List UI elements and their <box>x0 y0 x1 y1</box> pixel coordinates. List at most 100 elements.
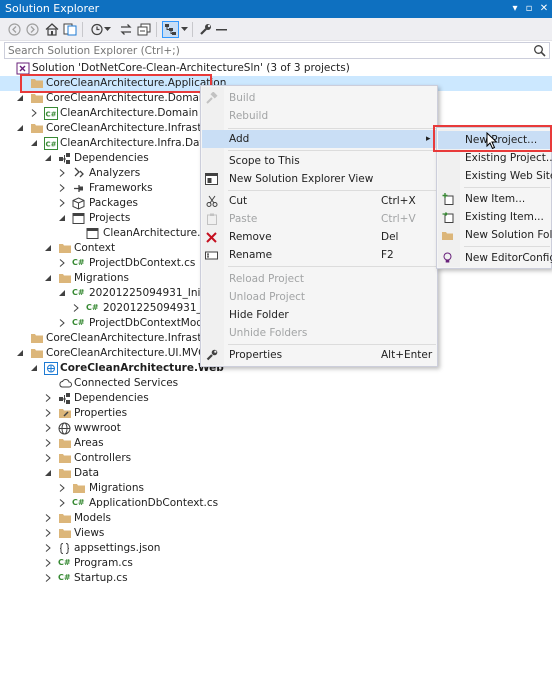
preview-selected-items-button[interactable] <box>213 21 230 38</box>
submenu-item-new-editorconfig[interactable]: New EditorConfig <box>438 249 552 267</box>
menu-item-rebuild[interactable]: Rebuild <box>202 107 436 125</box>
expand-triangle-icon[interactable] <box>44 408 54 419</box>
tree-row-program-cs[interactable]: C# Program.cs <box>0 556 552 571</box>
tree-row-web-dependencies[interactable]: Dependencies <box>0 391 552 406</box>
home-button[interactable] <box>43 21 60 38</box>
tree-item-label: Models <box>74 512 111 524</box>
tree-row-controllers-folder[interactable]: Controllers <box>0 451 552 466</box>
collapse-triangle-icon[interactable] <box>30 138 40 149</box>
expand-triangle-icon[interactable] <box>58 198 68 209</box>
menu-item-paste[interactable]: Paste Ctrl+V <box>202 210 436 228</box>
expand-triangle-icon[interactable] <box>44 573 54 584</box>
tree-row-web-properties[interactable]: Properties <box>0 406 552 421</box>
menu-item-rename[interactable]: Rename F2 <box>202 246 436 264</box>
folder-icon <box>58 437 72 450</box>
expand-triangle-icon[interactable] <box>58 258 68 269</box>
expand-triangle-icon[interactable] <box>58 183 68 194</box>
tree-item-label: Projects <box>89 212 131 224</box>
expand-triangle-icon[interactable] <box>44 558 54 569</box>
menu-item-unload-project[interactable]: Unload Project <box>202 288 436 306</box>
menu-item-hide-folder[interactable]: Hide Folder <box>202 306 436 324</box>
collapse-triangle-icon[interactable] <box>16 93 26 104</box>
menu-item-unhide-folders[interactable]: Unhide Folders <box>202 324 436 342</box>
tree-row-data-folder[interactable]: Data <box>0 466 552 481</box>
back-button[interactable] <box>6 21 23 38</box>
expand-triangle-icon[interactable] <box>44 513 54 524</box>
sync-with-active-document-button[interactable] <box>117 21 134 38</box>
tree-row-appsettings[interactable]: appsettings.json <box>0 541 552 556</box>
tree-item-label: appsettings.json <box>74 542 161 554</box>
toolbar-separator <box>192 22 193 37</box>
tree-row-application-db-context[interactable]: C# ApplicationDbContext.cs <box>0 496 552 511</box>
submenu-item-new-item[interactable]: New Item... <box>438 190 551 208</box>
tree-row-solution[interactable]: Solution 'DotNetCore-Clean-ArchitectureS… <box>0 61 552 76</box>
properties-button[interactable] <box>197 21 214 38</box>
collapse-triangle-icon[interactable] <box>16 123 26 134</box>
menu-item-build[interactable]: Build <box>202 89 436 107</box>
forward-button[interactable] <box>24 21 41 38</box>
csharp-file-icon: C# <box>58 573 71 582</box>
tree-row-connected-services[interactable]: Connected Services <box>0 376 552 391</box>
search-box[interactable] <box>4 42 550 59</box>
window-close-button[interactable]: ✕ <box>537 1 551 16</box>
search-dropdown-icon[interactable] <box>533 44 546 60</box>
menu-item-label: New Item... <box>465 193 526 205</box>
menu-separator <box>464 187 550 188</box>
expand-triangle-icon[interactable] <box>44 393 54 404</box>
expand-triangle-icon[interactable] <box>44 423 54 434</box>
menu-item-add[interactable]: Add ▸ <box>202 130 436 148</box>
expand-triangle-icon[interactable] <box>44 543 54 554</box>
tree-row-web-migrations-folder[interactable]: Migrations <box>0 481 552 496</box>
expand-triangle-icon[interactable] <box>72 303 82 314</box>
expand-triangle-icon[interactable] <box>58 318 68 329</box>
expand-triangle-icon[interactable] <box>44 528 54 539</box>
tree-item-label: Dependencies <box>74 152 149 164</box>
solution-icon <box>16 62 30 75</box>
menu-separator <box>228 190 436 191</box>
tree-item-label: CoreCleanArchitecture.Domain <box>46 92 209 104</box>
csharp-file-icon: C# <box>72 258 85 267</box>
tree-row-wwwroot[interactable]: wwwroot <box>0 421 552 436</box>
mouse-pointer-icon <box>486 132 498 150</box>
menu-item-shortcut: Ctrl+X <box>381 195 416 207</box>
switch-views-button[interactable] <box>61 21 78 38</box>
menu-item-scope-to-this[interactable]: Scope to This <box>202 152 436 170</box>
submenu-item-existing-project[interactable]: Existing Project... <box>438 149 552 167</box>
tree-row-models-folder[interactable]: Models <box>0 511 552 526</box>
submenu-item-existing-item[interactable]: Existing Item... <box>438 208 551 226</box>
submenu-item-new-solution-folder[interactable]: New Solution Folder <box>438 226 552 244</box>
expand-triangle-icon[interactable] <box>58 498 68 509</box>
expand-triangle-icon[interactable] <box>44 438 54 449</box>
menu-item-new-solution-explorer-view[interactable]: New Solution Explorer View <box>202 170 436 188</box>
solution-folder-icon <box>30 347 44 360</box>
menu-item-label: Add <box>229 133 250 145</box>
collapse-triangle-icon[interactable] <box>58 288 68 299</box>
collapse-triangle-icon[interactable] <box>44 243 54 254</box>
menu-item-reload-project[interactable]: Reload Project <box>202 270 436 288</box>
tree-row-views-folder[interactable]: Views <box>0 526 552 541</box>
menu-item-properties[interactable]: Properties Alt+Enter <box>202 346 436 364</box>
menu-item-cut[interactable]: Cut Ctrl+X <box>202 192 436 210</box>
project-reference-icon <box>86 227 100 240</box>
expand-triangle-icon[interactable] <box>44 453 54 464</box>
collapse-triangle-icon[interactable] <box>58 213 68 224</box>
show-all-files-button[interactable] <box>162 21 179 38</box>
submenu-item-existing-web-site[interactable]: Existing Web Site... <box>438 167 552 185</box>
collapse-all-button[interactable] <box>135 21 152 38</box>
collapse-triangle-icon[interactable] <box>16 348 26 359</box>
pending-changes-dropdown[interactable] <box>103 21 111 38</box>
tree-row-areas-folder[interactable]: Areas <box>0 436 552 451</box>
collapse-triangle-icon[interactable] <box>44 153 54 164</box>
expand-triangle-icon[interactable] <box>58 483 68 494</box>
collapse-triangle-icon[interactable] <box>44 273 54 284</box>
menu-item-remove[interactable]: Remove Del <box>202 228 436 246</box>
expand-triangle-icon[interactable] <box>30 108 40 119</box>
expand-triangle-icon[interactable] <box>58 168 68 179</box>
window-options-button[interactable]: ▾ <box>508 1 522 16</box>
collapse-triangle-icon[interactable] <box>44 468 54 479</box>
show-all-files-dropdown[interactable] <box>180 21 188 38</box>
window-pin-button[interactable]: ▫ <box>522 1 536 16</box>
collapse-triangle-icon[interactable] <box>30 363 40 374</box>
tree-row-startup-cs[interactable]: C# Startup.cs <box>0 571 552 586</box>
search-input[interactable] <box>5 43 505 58</box>
